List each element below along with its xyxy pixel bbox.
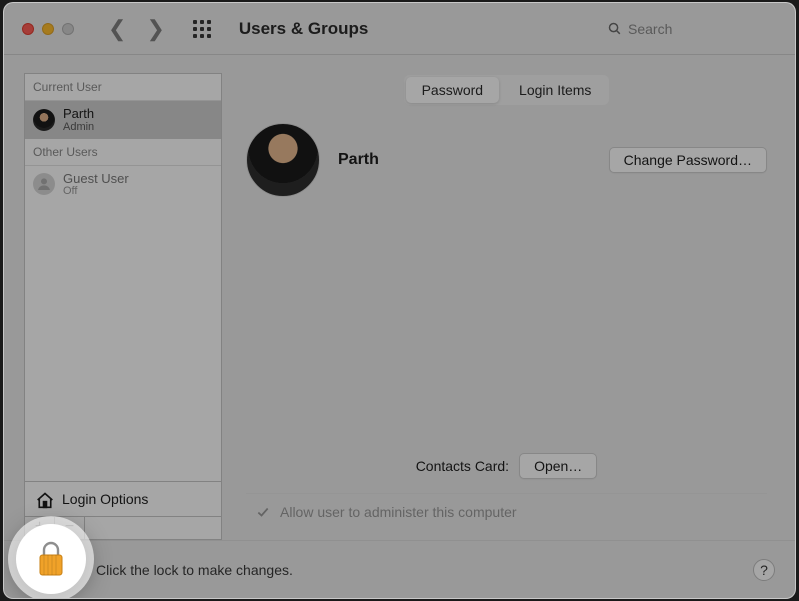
login-options-button[interactable]: Login Options xyxy=(25,481,221,516)
page-title: Users & Groups xyxy=(239,19,368,39)
window-controls xyxy=(22,23,74,35)
search-placeholder: Search xyxy=(628,21,672,37)
contacts-card-label: Contacts Card: xyxy=(416,458,509,474)
sidebar-item-current-user[interactable]: Parth Admin xyxy=(25,101,221,139)
avatar-thumbnail xyxy=(33,109,55,131)
login-options-label: Login Options xyxy=(62,491,148,507)
open-contacts-button[interactable]: Open… xyxy=(519,453,597,479)
allow-admin-label: Allow user to administer this computer xyxy=(280,504,517,520)
tab-login-items[interactable]: Login Items xyxy=(503,77,607,103)
minimize-window-button[interactable] xyxy=(42,23,54,35)
sidebar-empty xyxy=(25,203,221,481)
apps-grid-icon[interactable] xyxy=(193,20,211,38)
avatar-thumbnail xyxy=(33,173,55,195)
tabs: Password Login Items xyxy=(404,75,610,105)
chevron-right-icon[interactable]: ❯ xyxy=(146,18,164,40)
chevron-left-icon[interactable]: ❮ xyxy=(108,18,126,40)
check-icon xyxy=(256,505,270,519)
sidebar-user-name: Parth xyxy=(63,107,94,121)
user-display-name: Parth xyxy=(338,151,379,169)
user-row: Parth Change Password… xyxy=(246,123,767,197)
lock-button[interactable] xyxy=(16,524,86,594)
sidebar-header-current: Current User xyxy=(25,74,221,101)
close-window-button[interactable] xyxy=(22,23,34,35)
search-icon xyxy=(607,21,622,36)
help-button[interactable]: ? xyxy=(753,559,775,581)
lock-icon xyxy=(35,539,67,579)
sidebar-header-other: Other Users xyxy=(25,139,221,166)
zoom-window-button[interactable] xyxy=(62,23,74,35)
user-avatar[interactable] xyxy=(246,123,320,197)
search-input[interactable]: Search xyxy=(607,17,777,41)
nav-arrows: ❮ ❯ xyxy=(108,18,165,40)
sidebar-user-status: Off xyxy=(63,185,129,197)
change-password-button[interactable]: Change Password… xyxy=(609,147,767,173)
sidebar-user-name: Guest User xyxy=(63,172,129,186)
content: Current User Parth Admin Other Users Gue… xyxy=(4,55,795,598)
lock-hint-text: Click the lock to make changes. xyxy=(96,562,293,578)
preferences-window: ❮ ❯ Users & Groups Search Current User P… xyxy=(3,2,796,599)
tab-password[interactable]: Password xyxy=(406,77,499,103)
allow-admin-row: Allow user to administer this computer xyxy=(246,493,767,520)
contacts-card-row: Contacts Card: Open… xyxy=(246,453,767,479)
sidebar-user-role: Admin xyxy=(63,121,94,133)
sidebar-item-guest-user[interactable]: Guest User Off xyxy=(25,166,221,204)
home-icon xyxy=(35,491,53,507)
toolbar: ❮ ❯ Users & Groups Search xyxy=(4,3,795,55)
main-panel: Password Login Items Parth Change Passwo… xyxy=(222,55,795,540)
users-sidebar: Current User Parth Admin Other Users Gue… xyxy=(24,73,222,540)
footer: Click the lock to make changes. ? xyxy=(4,540,795,598)
sidebar-handle xyxy=(85,517,221,539)
